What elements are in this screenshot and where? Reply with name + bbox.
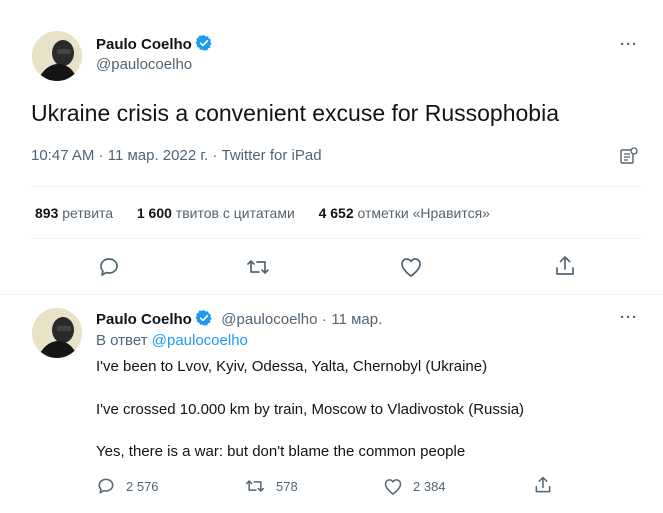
quotes-stat[interactable]: 1 600 твитов с цитатами	[137, 205, 295, 221]
share-icon	[556, 256, 574, 275]
verified-badge-icon	[195, 309, 213, 327]
more-dots-icon[interactable]: ···	[620, 36, 638, 53]
likes-stat[interactable]: 4 652 отметки «Нравится»	[319, 205, 490, 221]
main-tweet-meta: 10:47 AM · 11 мар. 2022 г. · Twitter for…	[31, 147, 322, 164]
meta-separator: ·	[212, 147, 218, 164]
reply-button[interactable]: 2 576	[96, 476, 159, 496]
main-author-avatar[interactable]	[32, 31, 82, 81]
analytics-icon[interactable]	[619, 147, 639, 170]
reply-text-line: I've been to Lvov, Kyiv, Odessa, Yalta, …	[96, 358, 488, 375]
retweet-icon	[247, 260, 269, 274]
reply-to-link[interactable]: @paulocoelho	[152, 332, 248, 349]
main-tweet-text: Ukraine crisis a convenient excuse for R…	[31, 100, 559, 126]
meta-separator: ·	[98, 147, 104, 164]
retweet-icon	[245, 480, 265, 492]
reply-author-handle[interactable]: @paulocoelho	[221, 311, 317, 328]
share-button[interactable]	[553, 254, 577, 278]
reply-date[interactable]: 11 мар.	[331, 311, 382, 328]
tweet-date[interactable]: 11 мар. 2022 г.	[108, 147, 208, 164]
reply-bubble-icon	[100, 258, 118, 276]
share-icon	[535, 476, 551, 493]
divider	[0, 294, 663, 295]
divider	[31, 238, 641, 239]
retweets-stat[interactable]: 893 ретвита	[35, 205, 113, 221]
reply-button[interactable]	[97, 255, 121, 279]
reply-text-line: Yes, there is a war: but don't blame the…	[96, 443, 466, 460]
engagement-stats: 893 ретвита 1 600 твитов с цитатами 4 65…	[35, 205, 490, 221]
retweet-count: 578	[276, 478, 298, 494]
like-button[interactable]: 2 384	[383, 477, 446, 496]
more-dots-icon[interactable]: ···	[620, 309, 638, 326]
main-author-handle[interactable]: @paulocoelho	[96, 56, 192, 73]
reply-bubble-icon	[98, 478, 114, 494]
tweet-time[interactable]: 10:47 AM	[31, 147, 94, 164]
reply-text-line: I've crossed 10.000 km by train, Moscow …	[96, 401, 525, 418]
tweet-source[interactable]: Twitter for iPad	[222, 147, 322, 164]
reply-author-name[interactable]: Paulo Coelho	[96, 311, 192, 328]
verified-badge-icon	[195, 34, 213, 52]
heart-icon	[384, 479, 402, 495]
replying-to: В ответ @paulocoelho	[96, 332, 248, 349]
like-button[interactable]	[399, 256, 423, 278]
share-button[interactable]	[533, 475, 553, 495]
like-count: 2 384	[413, 479, 446, 494]
reply-count: 2 576	[126, 478, 159, 494]
retweet-button[interactable]	[245, 255, 271, 279]
reply-header: Paulo Coelho @paulocoelho · 11 мар.	[96, 309, 382, 329]
reply-prefix: В ответ	[96, 332, 148, 349]
reply-author-avatar[interactable]	[32, 308, 82, 358]
main-author-name[interactable]: Paulo Coelho	[96, 36, 192, 53]
meta-separator: ·	[321, 311, 327, 328]
heart-icon	[401, 258, 421, 277]
divider	[31, 186, 641, 187]
retweet-button[interactable]: 578	[244, 476, 298, 496]
